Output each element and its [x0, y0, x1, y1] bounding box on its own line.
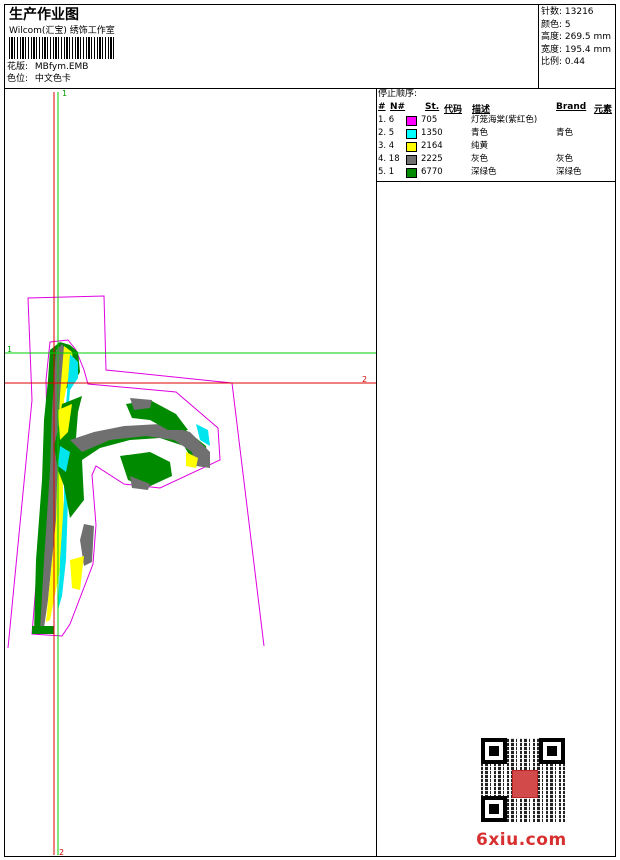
- seal-stamp: [512, 770, 538, 798]
- qr-eye: [539, 738, 565, 764]
- guide-label-h2: 2: [362, 375, 368, 384]
- qr-eye: [481, 738, 507, 764]
- watermark: 6xiu.com: [476, 830, 567, 850]
- stem-group: [32, 342, 94, 634]
- guide-label-h1: 1: [7, 345, 13, 354]
- guide-label-v1: 1: [62, 89, 68, 98]
- leaf-group: [54, 396, 210, 518]
- design-preview: [5, 92, 376, 855]
- qr-eye: [481, 796, 507, 822]
- guide-label-v2: 2: [59, 848, 65, 857]
